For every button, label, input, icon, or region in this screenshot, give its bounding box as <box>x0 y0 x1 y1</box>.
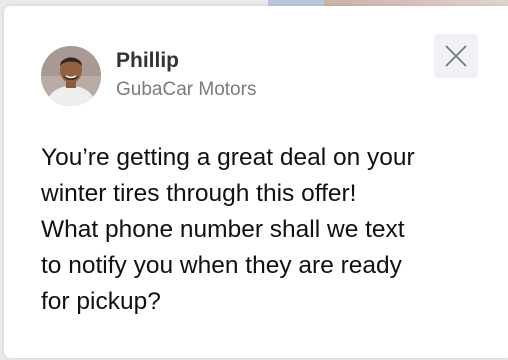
message-line: You’re getting a great deal on your <box>41 144 415 171</box>
close-button[interactable] <box>434 34 478 78</box>
message-text: You’re getting a great deal on your wint… <box>41 140 481 320</box>
message-line: to notify you when they are ready <box>41 252 402 279</box>
message-line: winter tires through this offer! <box>41 180 357 207</box>
sender-name: Phillip <box>116 49 179 72</box>
message-line: for pickup? <box>41 288 161 315</box>
close-icon <box>445 45 467 67</box>
chat-popup: Phillip GubaCar Motors You’re getting a … <box>4 6 508 358</box>
avatar-photo <box>41 46 101 106</box>
sender-company: GubaCar Motors <box>116 79 257 100</box>
message-line: What phone number shall we text <box>41 216 405 243</box>
avatar <box>41 46 101 106</box>
